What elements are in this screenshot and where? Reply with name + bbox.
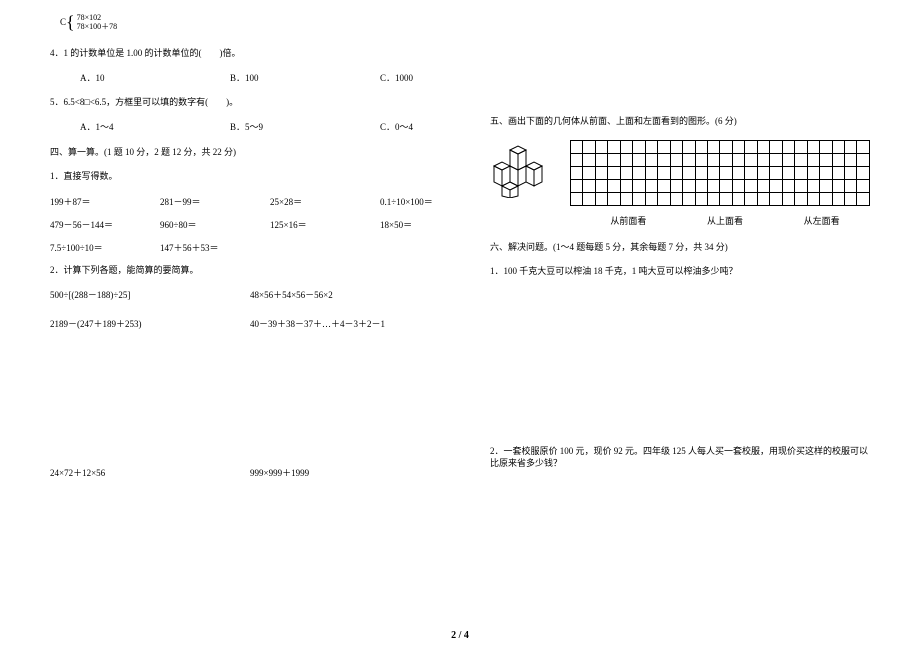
calc-r3c1: 7.5÷100÷10＝ <box>50 241 160 254</box>
calc-pair-2: 2189－(247＋189＋253) 40－39＋38－37＋…＋4－3＋2－1 <box>50 317 430 330</box>
page-number: 2 / 4 <box>0 630 920 641</box>
calc-r1c3: 25×28＝ <box>270 195 380 208</box>
calc-p3a: 24×72＋12×56 <box>50 466 250 479</box>
calc-row-3: 7.5÷100÷10＝ 147＋56＋53＝ <box>50 241 430 254</box>
s4-q1-text: 1．直接写得数。 <box>50 170 430 183</box>
q4-opt-b: B．100 <box>230 72 380 85</box>
q4-options: A．10 B．100 C．1000 <box>80 72 430 85</box>
s6-q2: 2．一套校服原价 100 元，现价 92 元。四年级 125 人每人买一套校服，… <box>490 445 870 470</box>
calc-row-2: 479－56－144＝ 960÷80＝ 125×16＝ 18×50＝ <box>50 218 430 231</box>
cube-3d-figure <box>490 144 550 200</box>
section4-heading: 四、算一算。(1 题 10 分，2 题 12 分，共 22 分) <box>50 146 430 159</box>
q4-text: 4．1 的计数单位是 1.00 的计数单位的( )倍。 <box>50 47 430 60</box>
calc-r1c1: 199＋87＝ <box>50 195 160 208</box>
q5-text: 5．6.5<8□<6.5，方框里可以填的数字有( )。 <box>50 96 430 109</box>
calc-r1c2: 281－99＝ <box>160 195 270 208</box>
calc-r2c2: 960÷80＝ <box>160 218 270 231</box>
answer-grid <box>570 140 870 206</box>
section5-heading: 五、画出下面的几何体从前面、上面和左面看到的图形。(6 分) <box>490 115 870 128</box>
q5-options: A．1～4 B．5～9 C．0～4 <box>80 121 430 134</box>
figure-row <box>490 140 870 206</box>
label-front-view: 从前面看 <box>580 214 677 227</box>
section6-heading: 六、解决问题。(1～4 题每题 5 分，其余每题 7 分，共 34 分) <box>490 241 870 254</box>
calc-p3b: 999×999＋1999 <box>250 466 309 479</box>
calc-p2a: 2189－(247＋189＋253) <box>50 317 250 330</box>
option-c-content: 78×102 78×100＋78 <box>77 14 118 32</box>
s6-q1: 1．100 千克大豆可以榨油 18 千克，1 吨大豆可以榨油多少吨？ <box>490 265 870 278</box>
calc-p2b: 40－39＋38－37＋…＋4－3＋2－1 <box>250 317 385 330</box>
label-top-view: 从上面看 <box>677 214 774 227</box>
q5-opt-a: A．1～4 <box>80 121 230 134</box>
option-c-line1: 78×102 <box>77 13 102 22</box>
drawing-grid <box>570 140 870 206</box>
s4-q2-text: 2．计算下列各题，能简算的要简算。 <box>50 264 430 277</box>
calc-row-1: 199＋87＝ 281－99＝ 25×28＝ 0.1÷10×100＝ <box>50 195 430 208</box>
calc-p1a: 500÷[(288－188)÷25] <box>50 288 250 301</box>
calc-p1b: 48×56＋54×56－56×2 <box>250 288 333 301</box>
brace-icon: { <box>66 10 75 35</box>
option-c-line2: 78×100＋78 <box>77 22 118 31</box>
calc-pair-3: 24×72＋12×56 999×999＋1999 <box>50 466 430 479</box>
calc-r2c3: 125×16＝ <box>270 218 380 231</box>
calc-pair-1: 500÷[(288－188)÷25] 48×56＋54×56－56×2 <box>50 288 430 301</box>
label-left-view: 从左面看 <box>773 214 870 227</box>
option-c-wrapper: C { 78×102 78×100＋78 <box>60 10 430 35</box>
q4-opt-a: A．10 <box>80 72 230 85</box>
calc-r3c2: 147＋56＋53＝ <box>160 241 270 254</box>
calc-r2c1: 479－56－144＝ <box>50 218 160 231</box>
q5-opt-b: B．5～9 <box>230 121 380 134</box>
view-labels-row: 从前面看 从上面看 从左面看 <box>580 214 870 227</box>
